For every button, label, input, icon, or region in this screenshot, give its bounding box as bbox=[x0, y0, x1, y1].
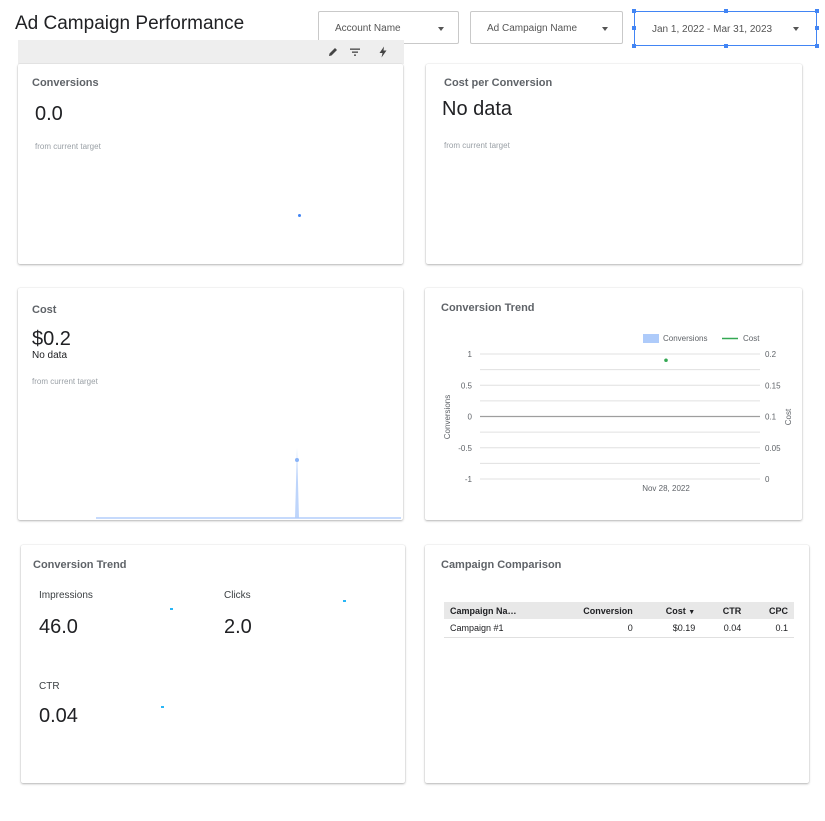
ad-campaign-filter-label: Ad Campaign Name bbox=[487, 23, 578, 34]
table-cell: 0.1 bbox=[747, 619, 794, 638]
filter-icon[interactable] bbox=[349, 46, 361, 58]
chart-toolbar bbox=[18, 40, 404, 64]
data-point-cost bbox=[664, 358, 668, 363]
y-tick-label-left: -1 bbox=[465, 475, 473, 484]
clicks-label: Clicks bbox=[224, 590, 251, 601]
resize-handle[interactable] bbox=[632, 26, 636, 30]
ctr-value: 0.04 bbox=[39, 705, 78, 727]
scorecard-subvalue: No data bbox=[32, 350, 68, 361]
comparison-note: from current target bbox=[35, 142, 101, 151]
ad-campaign-name-filter[interactable]: Ad Campaign Name bbox=[470, 11, 623, 44]
column-header-cost[interactable]: Cost ▼ bbox=[638, 602, 702, 619]
resize-handle[interactable] bbox=[815, 9, 819, 13]
impressions-label: Impressions bbox=[39, 590, 93, 601]
legend-label-cost: Cost bbox=[743, 334, 760, 343]
column-header-cost-label: Cost bbox=[665, 605, 686, 616]
column-header-campaign-name[interactable]: Campaign Na… bbox=[444, 602, 546, 619]
comparison-note: from current target bbox=[444, 141, 510, 150]
legend-swatch-conversions bbox=[643, 334, 659, 343]
lightning-icon[interactable] bbox=[377, 46, 389, 58]
resize-handle[interactable] bbox=[632, 9, 636, 13]
table-cell: $0.19 bbox=[638, 619, 702, 638]
impressions-value: 46.0 bbox=[39, 616, 78, 638]
card-title: Conversions bbox=[32, 77, 99, 89]
chevron-down-icon bbox=[438, 27, 444, 31]
y-tick-label-left: -0.5 bbox=[458, 444, 472, 453]
chevron-down-icon bbox=[793, 27, 799, 31]
table-cell: Campaign #1 bbox=[444, 619, 546, 638]
cost-scorecard[interactable]: Cost $0.2 No data from current target bbox=[18, 288, 403, 520]
y-tick-label-right: 0.2 bbox=[765, 350, 777, 359]
cost-per-conversion-scorecard[interactable]: Cost per Conversion No data from current… bbox=[426, 64, 802, 264]
y-tick-label-right: 0 bbox=[765, 475, 770, 484]
table-cell: 0.04 bbox=[701, 619, 748, 638]
cost-sparkline bbox=[96, 448, 401, 519]
table-title: Campaign Comparison bbox=[441, 559, 562, 571]
legend-label-conversions: Conversions bbox=[663, 334, 707, 343]
resize-handle[interactable] bbox=[815, 26, 819, 30]
page-title: Ad Campaign Performance bbox=[15, 13, 245, 34]
account-name-filter-label: Account Name bbox=[335, 23, 401, 34]
scorecard-value: No data bbox=[442, 98, 513, 120]
sparkline-point bbox=[298, 214, 301, 217]
panel-title: Conversion Trend bbox=[33, 559, 127, 571]
chart-plot: Conversions Cost 1 0.2 0.5 0.15 0 0.1 -0.5 0.05… bbox=[443, 334, 793, 493]
y-axis-label-left: Conversions bbox=[443, 395, 452, 439]
card-title: Cost bbox=[32, 304, 57, 316]
y-tick-label-right: 0.1 bbox=[765, 413, 777, 422]
sort-desc-icon: ▼ bbox=[688, 608, 696, 616]
table-header-row: Campaign Na… Conversion Cost ▼ CTR CPC bbox=[444, 602, 794, 619]
clicks-value: 2.0 bbox=[224, 616, 252, 638]
campaign-comparison-table-card[interactable]: Campaign Comparison Campaign Na… Convers… bbox=[425, 545, 809, 783]
conversion-trend-chart[interactable]: Conversion Trend Conversions Cost 1 0.2 0.… bbox=[425, 288, 802, 520]
conversions-scorecard[interactable]: Conversions 0.0 from current target bbox=[18, 64, 403, 264]
resize-handle[interactable] bbox=[724, 44, 728, 48]
y-axis-label-right: Cost bbox=[784, 408, 793, 425]
card-title: Cost per Conversion bbox=[444, 77, 553, 89]
table-row[interactable]: Campaign #1 0 $0.19 0.04 0.1 bbox=[444, 619, 794, 638]
column-header-ctr[interactable]: CTR bbox=[701, 602, 748, 619]
ctr-label: CTR bbox=[39, 681, 60, 692]
date-range-filter[interactable]: Jan 1, 2022 - Mar 31, 2023 bbox=[632, 9, 819, 48]
kpi-panel[interactable]: Conversion Trend Impressions 46.0 Clicks… bbox=[21, 545, 405, 783]
campaign-table: Campaign Na… Conversion Cost ▼ CTR CPC C… bbox=[444, 602, 794, 638]
scorecard-value: 0.0 bbox=[35, 103, 63, 125]
y-tick-label-left: 1 bbox=[468, 350, 473, 359]
sparkline-point bbox=[161, 706, 164, 708]
column-header-conversion[interactable]: Conversion bbox=[546, 602, 639, 619]
y-tick-label-left: 0.5 bbox=[461, 381, 473, 390]
table-cell: 0 bbox=[546, 619, 639, 638]
comparison-note: from current target bbox=[32, 377, 98, 386]
y-tick-label-left: 0 bbox=[468, 413, 473, 422]
date-range-label: Jan 1, 2022 - Mar 31, 2023 bbox=[652, 24, 773, 35]
resize-handle[interactable] bbox=[724, 9, 728, 13]
y-tick-label-right: 0.15 bbox=[765, 381, 781, 390]
scorecard-value: $0.2 bbox=[32, 328, 71, 350]
resize-handle[interactable] bbox=[815, 44, 819, 48]
column-header-cpc[interactable]: CPC bbox=[747, 602, 794, 619]
edit-icon[interactable] bbox=[327, 46, 339, 58]
chevron-down-icon bbox=[602, 27, 608, 31]
x-tick-label: Nov 28, 2022 bbox=[642, 484, 690, 493]
resize-handle[interactable] bbox=[632, 44, 636, 48]
sparkline-point bbox=[343, 600, 346, 602]
sparkline-point bbox=[170, 608, 173, 610]
y-tick-label-right: 0.05 bbox=[765, 444, 781, 453]
